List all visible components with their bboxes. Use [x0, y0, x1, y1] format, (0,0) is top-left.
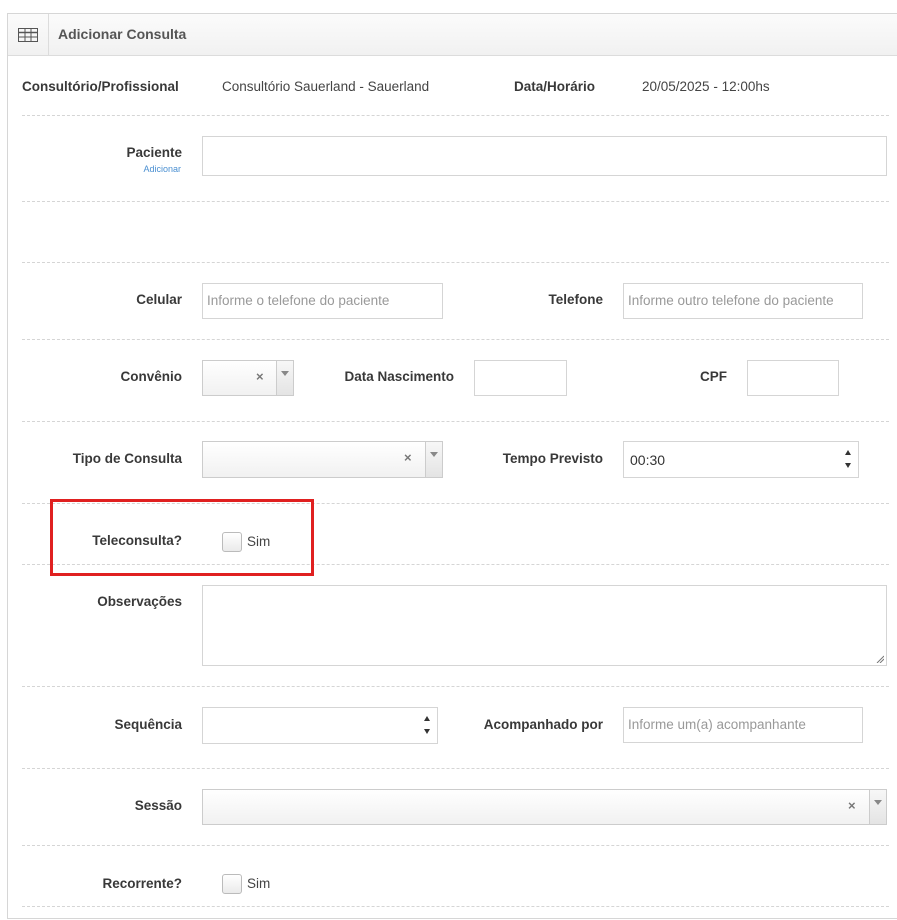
datahora-label: Data/Horário [514, 79, 596, 94]
datahora-value: 20/05/2025 - 12:00hs [642, 79, 770, 94]
nascimento-input[interactable] [474, 360, 567, 396]
chevron-down-icon[interactable] [425, 442, 442, 477]
telefone-label: Telefone [548, 292, 603, 307]
telefone-placeholder: Informe outro telefone do paciente [628, 293, 834, 308]
divider [22, 768, 889, 769]
recorrente-checkbox[interactable] [222, 874, 242, 894]
stepper-arrows-icon[interactable] [844, 442, 854, 477]
divider [22, 421, 889, 422]
divider [22, 262, 889, 263]
recorrente-option[interactable]: Sim [247, 876, 270, 891]
divider [22, 115, 889, 116]
table-icon [8, 14, 49, 55]
consultorio-label: Consultório/Profissional [22, 79, 179, 94]
resize-grip-icon[interactable] [876, 655, 884, 663]
tipo-clear-icon[interactable]: × [404, 450, 412, 465]
recorrente-label: Recorrente? [102, 876, 182, 891]
sessao-label: Sessão [134, 798, 182, 813]
telefone-input[interactable]: Informe outro telefone do paciente [623, 283, 863, 319]
celular-input[interactable]: Informe o telefone do paciente [202, 283, 443, 319]
page-title: Adicionar Consulta [58, 26, 187, 42]
divider [22, 686, 889, 687]
tipo-consulta-label: Tipo de Consulta [72, 451, 182, 466]
tempo-previsto-input[interactable]: 00:30 [623, 441, 859, 478]
tempo-previsto-value: 00:30 [630, 452, 666, 468]
divider [22, 339, 889, 340]
acompanhado-placeholder: Informe um(a) acompanhante [628, 717, 806, 732]
cpf-input[interactable] [747, 360, 839, 396]
tipo-consulta-select[interactable]: × [202, 441, 443, 478]
chevron-down-icon[interactable] [869, 790, 886, 824]
divider [22, 845, 889, 846]
panel-header: Adicionar Consulta [8, 14, 897, 56]
celular-placeholder: Informe o telefone do paciente [207, 293, 390, 308]
sequencia-label: Sequência [114, 717, 182, 732]
observacoes-textarea[interactable] [202, 585, 887, 666]
highlight-box [50, 499, 314, 576]
nascimento-label: Data Nascimento [344, 369, 454, 384]
observacoes-label: Observações [97, 594, 182, 609]
paciente-input[interactable] [202, 136, 887, 176]
convenio-clear-icon[interactable]: × [256, 369, 264, 384]
divider [22, 906, 889, 907]
acompanhado-input[interactable]: Informe um(a) acompanhante [623, 707, 863, 743]
sessao-clear-icon[interactable]: × [848, 798, 856, 813]
sequencia-input[interactable] [202, 707, 438, 744]
paciente-label: Paciente [126, 145, 182, 160]
consultorio-value: Consultório Sauerland - Sauerland [222, 79, 430, 94]
celular-label: Celular [136, 292, 182, 307]
divider [22, 201, 889, 202]
add-patient-link[interactable]: Adicionar [143, 164, 181, 174]
tempo-previsto-label: Tempo Previsto [502, 451, 603, 466]
stepper-arrows-icon[interactable] [423, 708, 433, 743]
convenio-label: Convênio [120, 369, 182, 384]
convenio-select[interactable]: × [202, 360, 294, 396]
cpf-label: CPF [700, 369, 727, 384]
chevron-down-icon[interactable] [276, 361, 293, 395]
sessao-select[interactable]: × [202, 789, 887, 825]
acompanhado-label: Acompanhado por [483, 717, 603, 732]
